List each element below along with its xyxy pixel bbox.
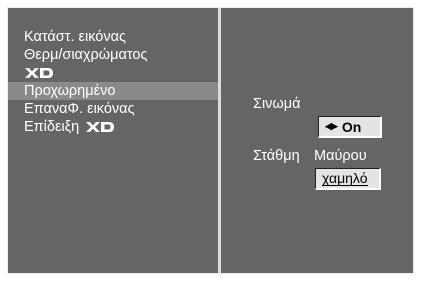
menu-item-advanced[interactable]: Προχωρημένο xyxy=(8,82,218,100)
osd-menu-panel: Κατάστ. εικόνας Θερμ/σιαχρώματος Προχωρη… xyxy=(7,7,414,274)
left-right-arrows-icon: ◀▶ xyxy=(325,121,338,131)
xd-logo-icon xyxy=(25,68,53,78)
sharpness-value-selector[interactable]: ◀▶ On xyxy=(318,116,382,138)
main-menu-list: Κατάστ. εικόνας Θερμ/σιαχρώματος Προχωρη… xyxy=(8,28,218,136)
menu-item-label: Θερμ/σιαχρώματος xyxy=(24,47,148,63)
menu-item-label: Κατάστ. εικόνας xyxy=(24,29,126,45)
sharpness-value: On xyxy=(341,118,362,135)
black-level-label-2: Μαύρου xyxy=(314,148,367,164)
menu-item-xd[interactable] xyxy=(8,64,218,82)
menu-item-color-temperature[interactable]: Θερμ/σιαχρώματος xyxy=(8,46,218,64)
menu-item-xd-demo[interactable]: Επίδειξη xyxy=(8,118,218,136)
menu-item-picture-reset[interactable]: ΕπαναΦ. εικόνας xyxy=(8,100,218,118)
panel-divider xyxy=(218,8,221,273)
black-level-value-selector[interactable]: χαμηλό xyxy=(315,168,381,190)
menu-item-label: Προχωρημένο xyxy=(24,83,116,99)
black-level-value: χαμηλό xyxy=(322,169,368,186)
menu-item-label: ΕπαναΦ. εικόνας xyxy=(24,101,135,117)
sharpness-label: Σινωμά xyxy=(253,96,301,112)
menu-item-label: Επίδειξη xyxy=(24,119,80,135)
xd-logo-icon xyxy=(86,122,115,132)
black-level-label-1: Στάθμη xyxy=(253,148,300,164)
menu-item-picture-mode[interactable]: Κατάστ. εικόνας xyxy=(8,28,218,46)
